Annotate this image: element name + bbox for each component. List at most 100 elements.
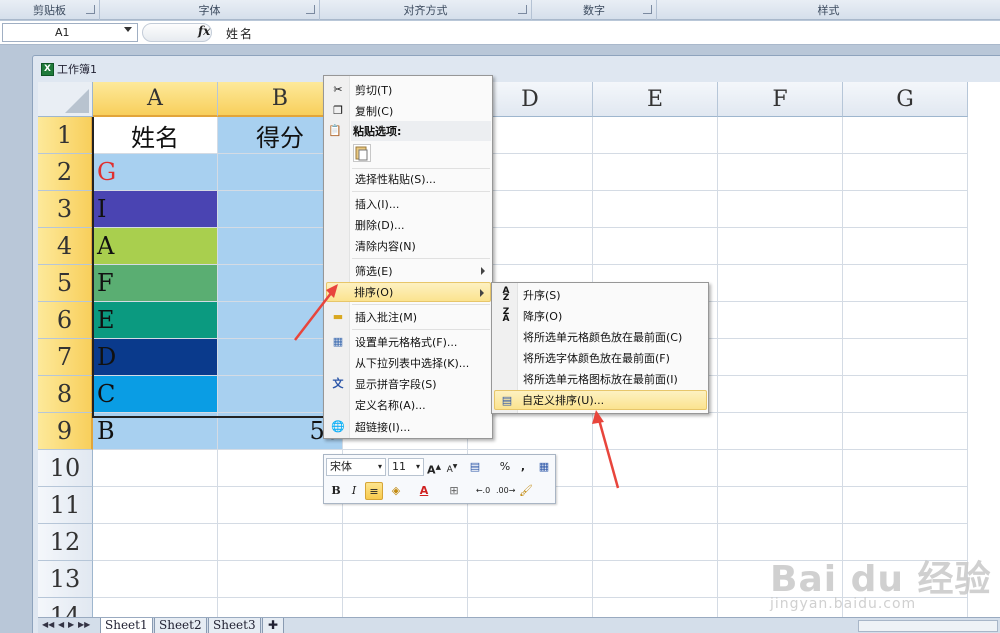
menu-separator	[352, 191, 490, 192]
sheet-tab-3[interactable]: Sheet3	[208, 618, 261, 633]
borders-icon[interactable]: ⊞	[446, 482, 462, 500]
menu-item-show-phonetic[interactable]: 文 显示拼音字段(S)	[326, 374, 491, 394]
baidu-jingyan-watermark: Bai du 经验 jingyan.baidu.com	[770, 550, 992, 612]
menu-item-insert[interactable]: 插入(I)...	[326, 194, 491, 214]
font-name-select[interactable]: 宋体 ▾	[326, 458, 386, 476]
comma-style-button[interactable]: ,	[518, 458, 528, 476]
cell-name[interactable]: D	[93, 339, 217, 375]
decrease-font-size-icon[interactable]: A▼	[445, 458, 459, 476]
dialog-launcher-icon[interactable]	[643, 5, 652, 14]
cell-name[interactable]: A	[93, 228, 217, 264]
increase-decimal-icon[interactable]: ←.0	[474, 482, 492, 500]
menu-item-delete[interactable]: 删除(D)...	[326, 215, 491, 235]
menu-item-copy[interactable]: ❐ 复制(C)	[326, 101, 491, 121]
paste-icon: 📋	[328, 124, 342, 137]
row-header-8[interactable]: 8	[38, 376, 93, 413]
copy-icon: ❐	[333, 104, 343, 117]
menu-item-sort[interactable]: 排序(O)	[326, 282, 491, 302]
prev-sheet-icon[interactable]: ◀	[58, 620, 64, 629]
menu-separator	[352, 329, 490, 330]
next-sheet-icon[interactable]: ▶	[68, 620, 74, 629]
row-header-1[interactable]: 1	[38, 117, 93, 154]
dialog-launcher-icon[interactable]	[306, 5, 315, 14]
cell-name[interactable]: I	[93, 191, 217, 227]
first-sheet-icon[interactable]: ◀◀	[42, 620, 54, 629]
paste-values-button[interactable]	[353, 144, 371, 162]
cell-name[interactable]: C	[93, 376, 217, 412]
select-all-corner[interactable]	[38, 82, 93, 117]
decrease-decimal-icon[interactable]: .00→	[496, 482, 515, 500]
row-header-13[interactable]: 13	[38, 561, 93, 598]
dialog-launcher-icon[interactable]	[518, 5, 527, 14]
context-menu: ✂ 剪切(T) ❐ 复制(C) 📋 粘贴选项: 选择性粘贴(S)... 插入(I…	[323, 75, 493, 439]
sheet-tab-1[interactable]: Sheet1	[100, 618, 153, 633]
row-header-7[interactable]: 7	[38, 339, 93, 376]
increase-font-size-icon[interactable]: A▲	[427, 458, 441, 477]
cell-name[interactable]: G	[93, 154, 217, 190]
submenu-item-sort-descending[interactable]: ZA 降序(O)	[494, 306, 707, 326]
menu-item-filter[interactable]: 筛选(E)	[326, 261, 491, 281]
gridline	[842, 117, 843, 617]
insert-sheet-icon[interactable]: ✚	[262, 618, 284, 633]
formula-input[interactable]: 姓名	[226, 25, 254, 42]
row-header-9[interactable]: 9	[38, 413, 93, 450]
format-painter-table-icon[interactable]: ▦	[536, 458, 552, 476]
row-header-2[interactable]: 2	[38, 154, 93, 191]
column-header-a[interactable]: A	[93, 82, 218, 117]
gridline	[93, 523, 968, 524]
row-header-12[interactable]: 12	[38, 524, 93, 561]
menu-item-cut[interactable]: ✂ 剪切(T)	[326, 80, 491, 100]
italic-button[interactable]: I	[347, 482, 361, 500]
sheet-tab-2[interactable]: Sheet2	[154, 618, 207, 633]
paste-icon	[355, 146, 368, 161]
last-sheet-icon[interactable]: ▶▶	[78, 620, 90, 629]
row-header-4[interactable]: 4	[38, 228, 93, 265]
column-header-g[interactable]: G	[843, 82, 968, 117]
dialog-launcher-icon[interactable]	[86, 5, 95, 14]
row-header-10[interactable]: 10	[38, 450, 93, 487]
gridline	[967, 117, 968, 617]
center-align-icon[interactable]: ≡	[365, 482, 383, 500]
row-header-14[interactable]: 14	[38, 598, 93, 617]
cell-name[interactable]: F	[93, 265, 217, 301]
paste-options-header: 📋 粘贴选项:	[328, 121, 491, 141]
sort-ascending-icon: AZ	[502, 286, 510, 303]
excel-workbook-icon: X	[41, 62, 54, 76]
column-header-e[interactable]: E	[593, 82, 718, 117]
font-size-select[interactable]: 11 ▾	[388, 458, 424, 476]
fill-color-icon[interactable]: ◈	[388, 482, 404, 500]
bold-button[interactable]: B	[329, 482, 343, 500]
menu-item-pick-from-list[interactable]: 从下拉列表中选择(K)...	[326, 353, 491, 373]
cell-a1-header[interactable]: 姓名	[93, 117, 217, 153]
format-painter-icon[interactable]: 🖌	[518, 482, 534, 500]
row-header-6[interactable]: 6	[38, 302, 93, 339]
cell-name[interactable]: B	[93, 413, 217, 449]
menu-item-clear-contents[interactable]: 清除内容(N)	[326, 236, 491, 256]
percent-style-button[interactable]: %	[498, 458, 512, 476]
submenu-item-sort-ascending[interactable]: AZ 升序(S)	[494, 285, 707, 305]
row-header-11[interactable]: 11	[38, 487, 93, 524]
number-format-icon[interactable]: ▤	[466, 458, 484, 476]
row-header-5[interactable]: 5	[38, 265, 93, 302]
font-color-icon[interactable]: A	[416, 482, 432, 500]
submenu-item-cell-icon-on-top[interactable]: 将所选单元格图标放在最前面(I)	[494, 369, 707, 389]
chevron-down-icon[interactable]	[124, 27, 132, 32]
column-header-f[interactable]: F	[718, 82, 843, 117]
menu-item-format-cells[interactable]: ▦ 设置单元格格式(F)...	[326, 332, 491, 352]
submenu-item-custom-sort[interactable]: ▤ 自定义排序(U)...	[494, 390, 707, 410]
menu-item-paste-special[interactable]: 选择性粘贴(S)...	[326, 169, 491, 189]
menu-item-insert-comment[interactable]: ▬ 插入批注(M)	[326, 307, 491, 327]
insert-function-icon[interactable]: fx	[198, 24, 210, 38]
horizontal-scrollbar[interactable]	[858, 620, 998, 632]
row-header-3[interactable]: 3	[38, 191, 93, 228]
menu-item-define-name[interactable]: 定义名称(A)...	[326, 395, 491, 415]
hyperlink-icon: 🌐	[331, 420, 345, 433]
name-box[interactable]: A1	[2, 23, 138, 42]
submenu-item-font-color-on-top[interactable]: 将所选字体颜色放在最前面(F)	[494, 348, 707, 368]
formula-bar: A1 fx 姓名	[0, 21, 1000, 45]
ribbon-group-alignment: 对齐方式	[320, 0, 532, 20]
cell-name[interactable]: E	[93, 302, 217, 338]
submenu-item-cell-color-on-top[interactable]: 将所选单元格颜色放在最前面(C)	[494, 327, 707, 347]
watermark-logo-text: Bai du 经验	[770, 559, 992, 600]
menu-item-hyperlink[interactable]: 🌐 超链接(I)...	[326, 417, 491, 437]
